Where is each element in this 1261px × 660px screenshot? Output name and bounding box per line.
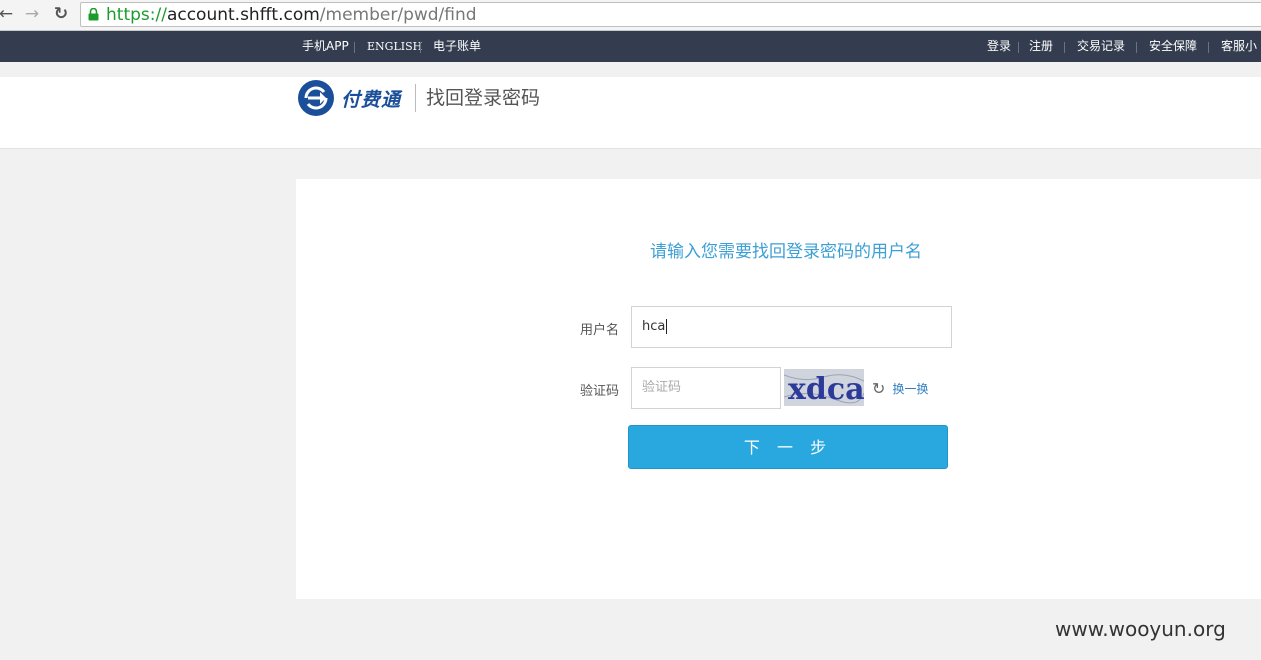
- page-header: 付费通 找回登录密码: [0, 77, 1261, 149]
- logo-emblem-icon: [298, 80, 334, 116]
- nav-divider: [420, 42, 421, 53]
- captcha-image[interactable]: xdca: [784, 369, 864, 406]
- url-host: account.shfft.com: [166, 5, 320, 25]
- header-divider: [415, 84, 416, 112]
- lock-icon: [88, 8, 99, 21]
- watermark: www.wooyun.org: [1055, 617, 1226, 641]
- top-navigation: 手机APP ENGLISH 电子账单 登录 注册 交易记录 安全保障 客服小: [0, 31, 1261, 62]
- nav-security[interactable]: 安全保障: [1149, 31, 1197, 62]
- nav-mobile-app[interactable]: 手机APP: [302, 31, 349, 62]
- refresh-icon: ↻: [872, 379, 886, 398]
- nav-english[interactable]: ENGLISH: [367, 31, 422, 62]
- nav-divider: [1018, 42, 1019, 53]
- nav-transactions[interactable]: 交易记录: [1077, 31, 1125, 62]
- next-step-button[interactable]: 下 一 步: [628, 425, 948, 469]
- refresh-captcha-link[interactable]: ↻ 换一换: [872, 378, 929, 398]
- nav-register[interactable]: 注册: [1029, 31, 1053, 62]
- form-prompt: 请输入您需要找回登录密码的用户名: [650, 242, 922, 262]
- browser-toolbar: ← → ↻ https://account.shfft.com/member/p…: [0, 0, 1261, 31]
- nav-divider: [1136, 42, 1137, 53]
- page-title: 找回登录密码: [426, 87, 541, 109]
- text-caret: [666, 319, 668, 334]
- reload-icon[interactable]: ↻: [51, 4, 71, 24]
- nav-e-bill[interactable]: 电子账单: [433, 31, 481, 62]
- captcha-label: 验证码: [579, 384, 619, 399]
- nav-login[interactable]: 登录: [987, 31, 1011, 62]
- nav-customer-service[interactable]: 客服小: [1221, 31, 1257, 62]
- forward-arrow-icon[interactable]: →: [22, 4, 42, 24]
- nav-divider: [1208, 42, 1209, 53]
- url-path: /member/pwd/find: [319, 5, 477, 25]
- nav-divider: [1064, 42, 1065, 53]
- username-input[interactable]: hca: [631, 306, 952, 348]
- address-bar[interactable]: https://account.shfft.com/member/pwd/fin…: [80, 2, 1261, 27]
- nav-divider: [354, 42, 355, 53]
- site-logo[interactable]: 付费通: [297, 78, 409, 118]
- captcha-input[interactable]: 验证码: [631, 367, 781, 409]
- url-text: https://account.shfft.com/member/pwd/fin…: [106, 4, 477, 26]
- captcha-text: xdca: [788, 372, 864, 406]
- captcha-graphic: xdca: [784, 369, 864, 406]
- username-label: 用户名: [579, 323, 619, 338]
- logo-text: 付费通: [341, 89, 402, 111]
- password-recovery-panel: 请输入您需要找回登录密码的用户名 用户名 hca 验证码 验证码 xdca ↻ …: [296, 179, 1261, 599]
- refresh-label: 换一换: [892, 382, 929, 396]
- back-arrow-icon[interactable]: ←: [0, 4, 16, 24]
- username-value: hca: [642, 319, 666, 334]
- url-scheme: https://: [106, 5, 167, 25]
